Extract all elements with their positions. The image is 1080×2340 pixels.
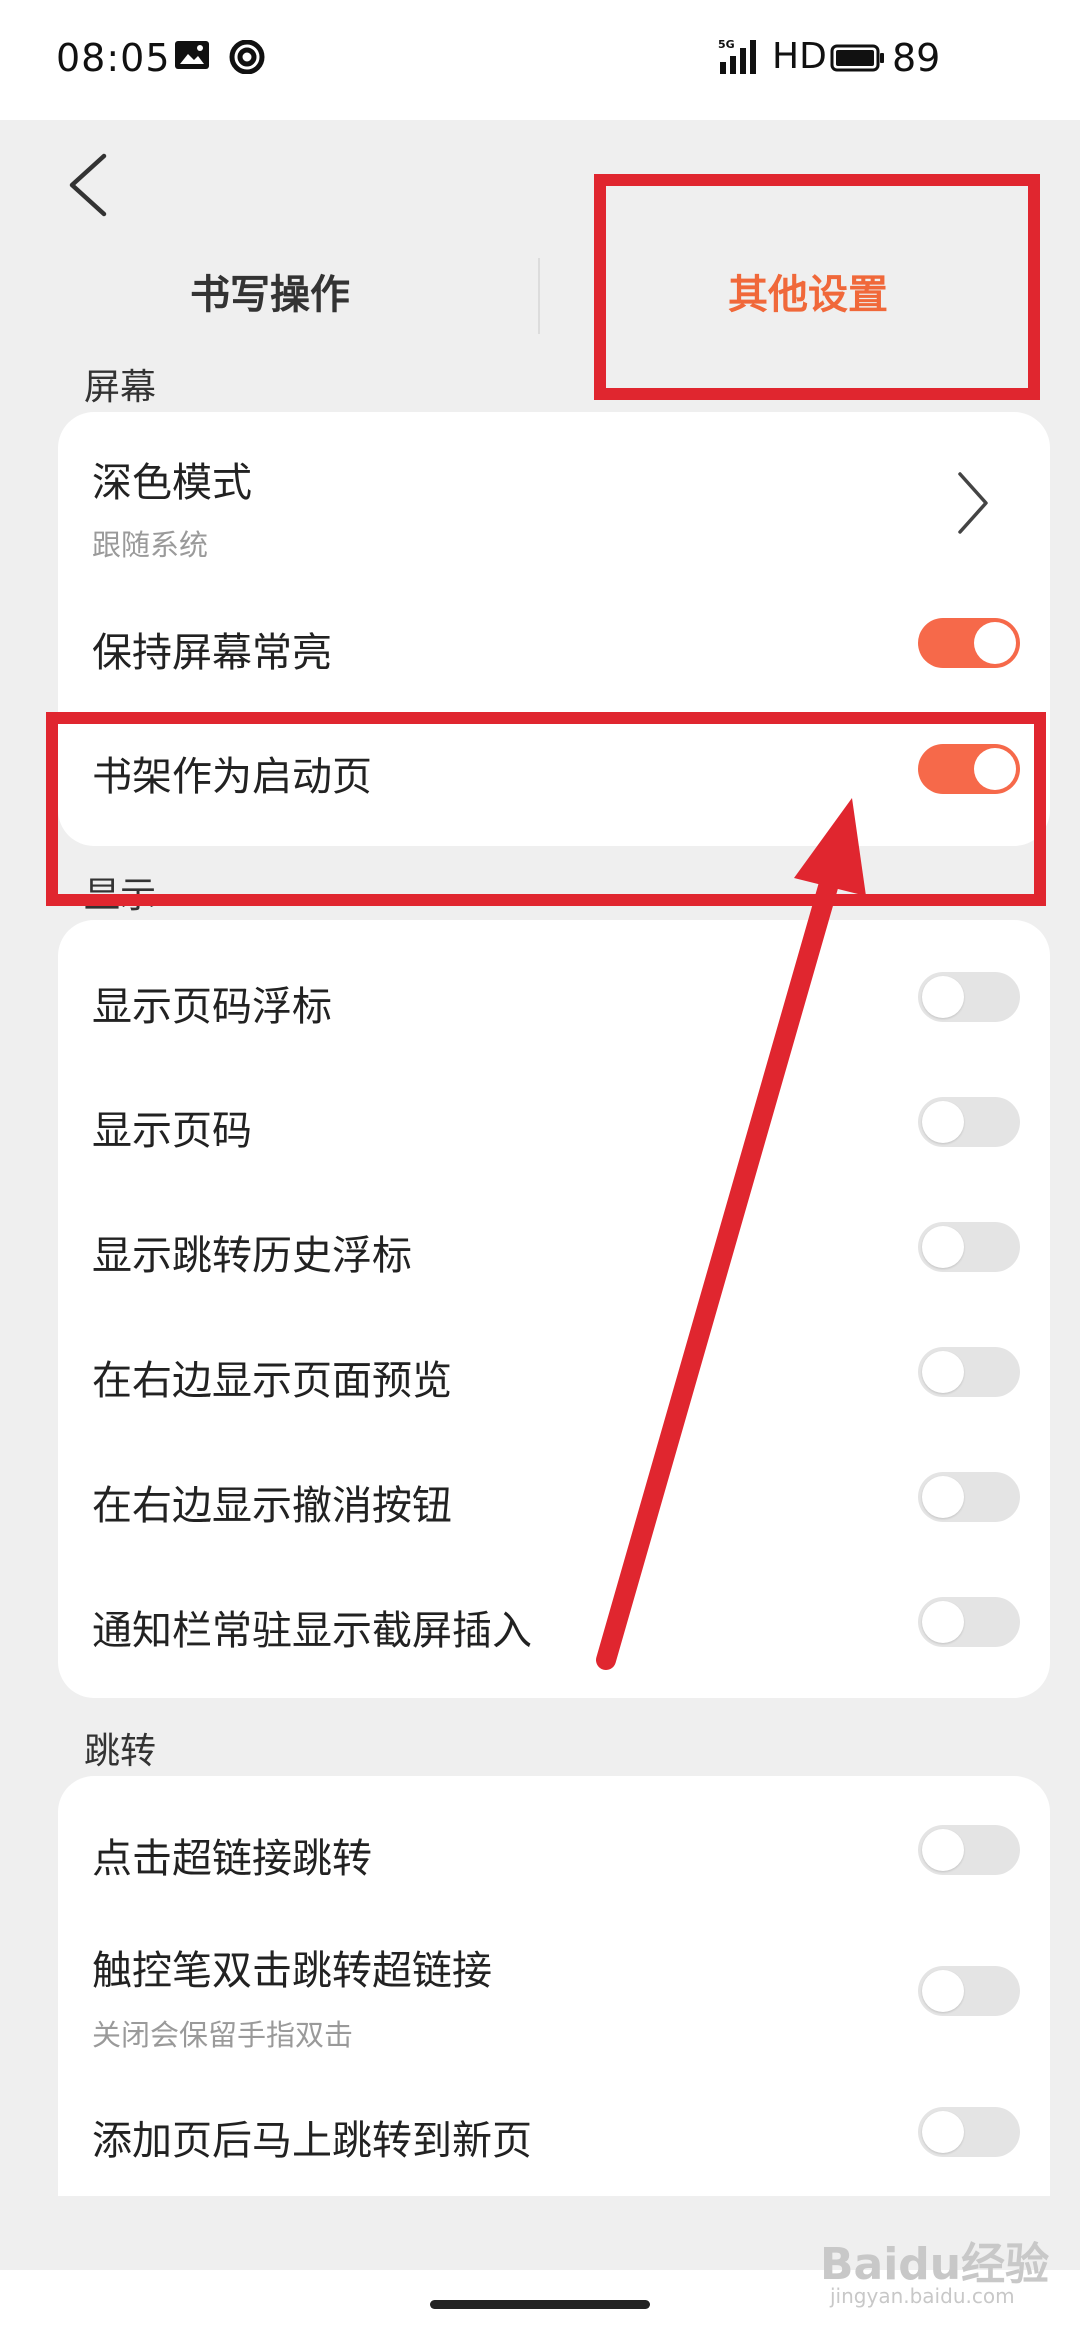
annotation-arrow [596,798,866,1670]
watermark-logo: Baidu经验 [820,2239,1050,2290]
watermark-site: jingyan.baidu.com [830,2284,1015,2308]
home-indicator[interactable] [430,2300,650,2309]
